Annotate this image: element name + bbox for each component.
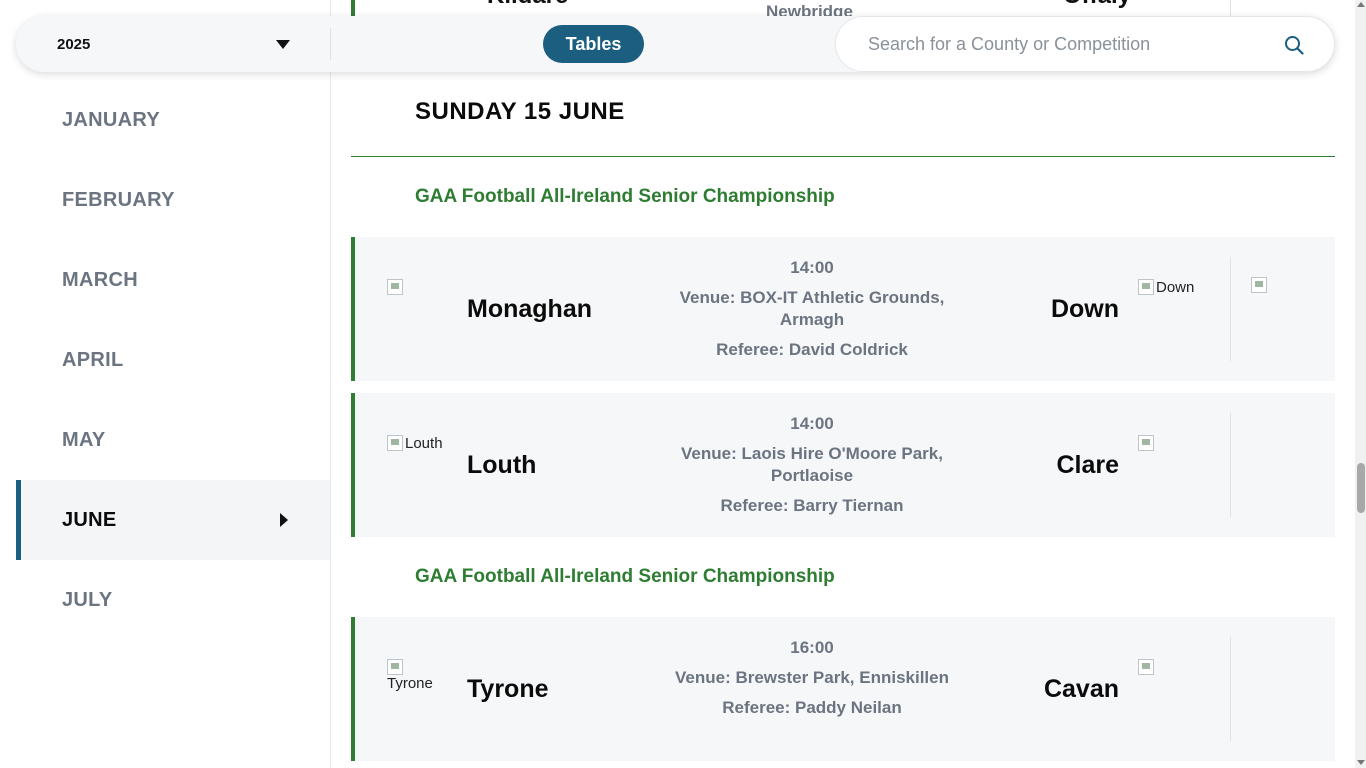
fixture-referee: Referee: David Coldrick — [716, 340, 908, 359]
year-select[interactable]: 2025 — [16, 16, 330, 72]
away-team-name: Down — [1050, 295, 1119, 323]
home-team-name: Tyrone — [467, 675, 549, 703]
sidebar-item-march[interactable]: MARCH — [16, 240, 330, 320]
tables-button[interactable]: Tables — [543, 25, 644, 63]
away-team-name: Offaly — [1063, 0, 1131, 10]
home-team-name: Kildare — [487, 0, 568, 10]
away-crest-icon — [1138, 659, 1154, 675]
fixture-venue: Venue: Brewster Park, Enniskillen — [674, 668, 949, 687]
fixture-card-partial[interactable]: Kildare Newbridge Offaly — [351, 0, 1335, 21]
fixture-info: 14:00 Venue: Laois Hire O'Moore Park, Po… — [667, 393, 957, 517]
away-crest-icon — [1138, 435, 1154, 451]
filter-bar: 2025 Tables — [16, 16, 1335, 72]
home-team-name: Louth — [467, 451, 537, 479]
fixture-venue: Venue: Laois Hire O'Moore Park, Portlaoi… — [681, 444, 943, 485]
fixture-info: 14:00 Venue: BOX-IT Athletic Grounds, Ar… — [667, 237, 957, 361]
fixture-accent-bar — [351, 0, 355, 16]
home-team-name: Monaghan — [467, 295, 592, 323]
competition-title[interactable]: GAA Football All-Ireland Senior Champion… — [415, 186, 835, 208]
fixture-card[interactable]: Tyrone Tyrone 16:00 Venue: Brewster Park… — [351, 617, 1335, 761]
fixture-divider — [1230, 413, 1231, 517]
chevron-right-icon — [280, 513, 288, 527]
fixture-accent-bar — [351, 393, 355, 537]
away-crest-icon: Down — [1138, 279, 1194, 296]
search-icon[interactable] — [1284, 35, 1304, 55]
competition-title[interactable]: GAA Football All-Ireland Senior Champion… — [415, 566, 835, 588]
fixture-referee: Referee: Paddy Neilan — [722, 698, 902, 717]
search-input[interactable] — [868, 33, 1268, 55]
fixture-referee: Referee: Barry Tiernan — [720, 496, 904, 515]
chevron-down-icon — [276, 40, 290, 49]
sidebar-item-january[interactable]: JANUARY — [16, 80, 330, 160]
fixture-time: 14:00 — [790, 414, 834, 433]
away-team-name: Cavan — [1043, 675, 1119, 703]
sidebar-item-may[interactable]: MAY — [16, 400, 330, 480]
scroll-thumb[interactable] — [1357, 463, 1365, 513]
day-divider — [351, 156, 1335, 157]
home-crest-icon: Louth — [387, 435, 443, 452]
day-heading: SUNDAY 15 JUNE — [415, 98, 625, 125]
fixture-accent-bar — [351, 237, 355, 381]
fixture-venue: Venue: BOX-IT Athletic Grounds, Armagh — [679, 288, 945, 329]
search-box[interactable] — [835, 16, 1335, 72]
divider — [330, 28, 331, 60]
scroll-up-arrow-icon[interactable] — [1357, 2, 1365, 7]
sidebar-item-february[interactable]: FEBRUARY — [16, 160, 330, 240]
year-value: 2025 — [57, 35, 91, 53]
away-team-name: Clare — [1056, 451, 1119, 479]
fixture-accent-bar — [351, 617, 355, 761]
fixture-time: 16:00 — [790, 638, 834, 657]
fixture-card[interactable]: Louth Louth 14:00 Venue: Laois Hire O'Mo… — [351, 393, 1335, 537]
fixture-divider — [1230, 637, 1231, 741]
sidebar-item-april[interactable]: APRIL — [16, 320, 330, 400]
month-sidebar: JANUARY FEBRUARY MARCH APRIL MAY JUNE JU… — [0, 0, 331, 768]
broadcaster-icon — [1251, 277, 1267, 293]
home-crest-icon — [387, 279, 403, 295]
scroll-down-arrow-icon[interactable] — [1357, 760, 1365, 765]
fixture-info: 16:00 Venue: Brewster Park, Enniskillen … — [667, 617, 957, 719]
page-scrollbar[interactable] — [1355, 0, 1366, 768]
fixtures-panel: Kildare Newbridge Offaly SUNDAY 15 JUNE … — [331, 0, 1355, 768]
sidebar-item-june[interactable]: JUNE — [16, 480, 330, 560]
fixture-time: 14:00 — [790, 258, 834, 277]
fixture-divider — [1230, 257, 1231, 361]
home-crest-icon: Tyrone — [387, 659, 433, 692]
sidebar-item-july[interactable]: JULY — [16, 560, 330, 640]
fixture-card[interactable]: Monaghan 14:00 Venue: BOX-IT Athletic Gr… — [351, 237, 1335, 381]
